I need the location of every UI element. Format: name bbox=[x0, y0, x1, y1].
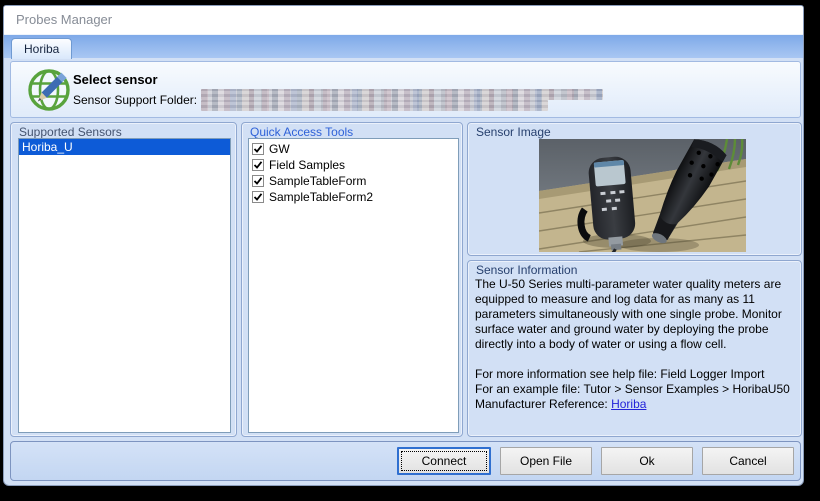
screenshot-stage: Probes Manager Horiba Select sensor Sens… bbox=[0, 0, 820, 501]
checkbox-checked-icon[interactable] bbox=[252, 175, 264, 187]
cancel-button[interactable]: Cancel bbox=[702, 447, 794, 475]
sensor-image-title: Sensor Image bbox=[476, 125, 551, 139]
sensor-description: The U-50 Series multi-parameter water qu… bbox=[475, 277, 782, 351]
checkbox-label: SampleTableForm bbox=[269, 174, 367, 188]
supported-sensors-groupbox: Supported Sensors Horiba_U bbox=[10, 122, 237, 437]
header-title: Select sensor bbox=[73, 72, 158, 87]
sensor-support-folder-label: Sensor Support Folder: bbox=[73, 93, 198, 107]
tab-label: Horiba bbox=[24, 42, 60, 56]
globe-pencil-icon bbox=[28, 69, 70, 111]
window-title: Probes Manager bbox=[16, 12, 113, 27]
probes-manager-window: Probes Manager Horiba Select sensor Sens… bbox=[3, 5, 804, 486]
help-file-line: For more information see help file: Fiel… bbox=[475, 367, 765, 381]
title-bar[interactable]: Probes Manager bbox=[4, 6, 803, 34]
checkbox-checked-icon[interactable] bbox=[252, 191, 264, 203]
checkbox-checked-icon[interactable] bbox=[252, 159, 264, 171]
ok-button[interactable]: Ok bbox=[601, 447, 693, 475]
connect-button[interactable]: Connect bbox=[397, 447, 491, 475]
example-file-line: For an example file: Tutor > Sensor Exam… bbox=[475, 382, 790, 396]
checkbox-label: SampleTableForm2 bbox=[269, 190, 374, 204]
supported-sensors-list[interactable]: Horiba_U bbox=[18, 138, 231, 433]
checkbox-item-field-samples[interactable]: Field Samples bbox=[249, 157, 458, 173]
tab-strip: Horiba bbox=[4, 34, 803, 59]
sensor-support-folder-value-redacted bbox=[201, 89, 603, 100]
manufacturer-label: Manufacturer Reference: bbox=[475, 397, 612, 411]
footer-button-row: Connect Open File Ok Cancel bbox=[397, 447, 794, 475]
quick-access-tools-list[interactable]: GW Field Samples SampleTableForm SampleT… bbox=[248, 138, 459, 433]
checkbox-label: GW bbox=[269, 142, 290, 156]
checkbox-item-gw[interactable]: GW bbox=[249, 141, 458, 157]
sensor-photo bbox=[539, 139, 746, 252]
tab-horiba[interactable]: Horiba bbox=[11, 38, 73, 59]
sensor-information-groupbox: Sensor Information The U-50 Series multi… bbox=[467, 260, 802, 437]
manufacturer-line: Manufacturer Reference: Horiba bbox=[475, 397, 797, 412]
sensor-image-groupbox: Sensor Image bbox=[467, 122, 802, 256]
sensor-information-body: The U-50 Series multi-parameter water qu… bbox=[475, 277, 797, 412]
supported-sensors-title: Supported Sensors bbox=[19, 125, 122, 139]
checkbox-label: Field Samples bbox=[269, 158, 346, 172]
list-item-label: Horiba_U bbox=[22, 140, 73, 154]
checkbox-checked-icon[interactable] bbox=[252, 143, 264, 155]
quick-access-tools-groupbox: Quick Access Tools GW Field Samples Samp… bbox=[241, 122, 463, 437]
list-item-horiba-u[interactable]: Horiba_U bbox=[19, 139, 230, 155]
sensor-information-title: Sensor Information bbox=[476, 263, 578, 277]
quick-access-tools-title: Quick Access Tools bbox=[250, 125, 354, 139]
manufacturer-link[interactable]: Horiba bbox=[611, 397, 646, 411]
footer-button-panel: Connect Open File Ok Cancel bbox=[10, 441, 801, 481]
open-file-button[interactable]: Open File bbox=[500, 447, 592, 475]
checkbox-item-sampletableform2[interactable]: SampleTableForm2 bbox=[249, 189, 458, 205]
checkbox-item-sampletableform[interactable]: SampleTableForm bbox=[249, 173, 458, 189]
sensor-support-folder-value-redacted bbox=[201, 100, 548, 111]
select-sensor-header-panel: Select sensor Sensor Support Folder: bbox=[10, 61, 801, 118]
